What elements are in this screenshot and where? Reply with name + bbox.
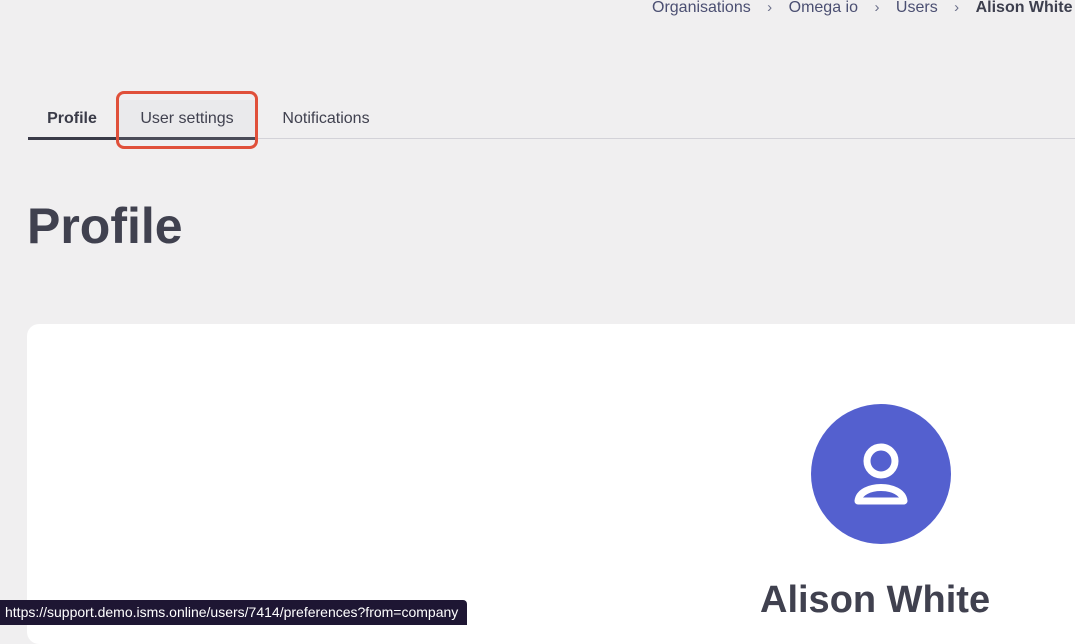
avatar — [811, 404, 951, 544]
breadcrumb: Organisations › Omega io › Users › Aliso… — [652, 0, 1072, 19]
tab-bar: Profile User settings Notifications — [28, 100, 1075, 140]
profile-card: Alison White — [27, 324, 1075, 644]
breadcrumb-organisations[interactable]: Organisations — [652, 0, 751, 19]
chevron-right-icon: › — [874, 0, 880, 16]
breadcrumb-users[interactable]: Users — [896, 0, 938, 19]
breadcrumb-current-user: Alison White — [975, 0, 1073, 16]
user-name: Alison White — [760, 579, 991, 621]
tab-user-settings[interactable]: User settings — [118, 100, 256, 140]
tab-profile[interactable]: Profile — [28, 100, 116, 140]
chevron-right-icon: › — [954, 0, 960, 16]
chevron-right-icon: › — [767, 0, 773, 16]
tab-notifications[interactable]: Notifications — [270, 100, 382, 138]
user-icon — [854, 443, 908, 505]
status-bar-url: https://support.demo.isms.online/users/7… — [0, 600, 468, 625]
page-title: Profile — [27, 198, 183, 254]
breadcrumb-omega-io[interactable]: Omega io — [789, 0, 858, 19]
